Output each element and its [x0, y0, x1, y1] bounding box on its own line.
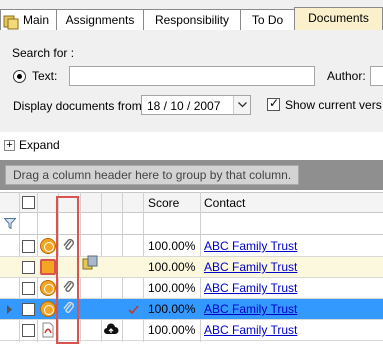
clock-red-icon: [40, 259, 56, 275]
score-cell: 100.00%: [148, 260, 196, 274]
expand-label[interactable]: Expand: [19, 138, 60, 152]
show-current-label: Show current vers: [285, 98, 382, 112]
select-all-checkbox[interactable]: [22, 196, 35, 209]
tab-responsibility-label: Responsibility: [154, 13, 230, 27]
cloud-upload-icon[interactable]: [103, 322, 119, 338]
row-indicator-icon: [7, 305, 12, 314]
display-from-date-picker[interactable]: 18 / 10 / 2007: [141, 95, 251, 115]
contact-link[interactable]: ABC Family Trust: [204, 302, 297, 316]
date-dropdown-button[interactable]: [233, 96, 250, 114]
contact-link[interactable]: ABC Family Trust: [204, 260, 297, 274]
filter-icon[interactable]: [4, 218, 16, 229]
clock-icon: [40, 280, 56, 296]
contact-link[interactable]: ABC Family Trust: [204, 323, 297, 337]
tab-documents-label: Documents: [308, 11, 369, 25]
tab-assignments-label: Assignments: [65, 13, 135, 27]
note-icon[interactable]: [82, 255, 98, 271]
search-for-label: Search for :: [12, 46, 75, 60]
score-cell: 100.00%: [148, 281, 196, 295]
row-checkbox[interactable]: [22, 240, 35, 253]
checkmark-icon: [128, 305, 139, 315]
clock-icon: [40, 301, 56, 317]
row-checkbox[interactable]: [22, 261, 35, 274]
tab-main-label: Main: [23, 13, 50, 27]
score-cell: 100.00%: [148, 302, 196, 316]
text-search-input[interactable]: [69, 66, 315, 86]
pdf-icon: [42, 322, 54, 338]
author-label: Author:: [327, 69, 366, 83]
tab-main[interactable]: Main: [0, 9, 57, 30]
row-checkbox[interactable]: [22, 282, 35, 295]
row-checkbox[interactable]: [22, 303, 35, 316]
tab-documents[interactable]: Documents: [294, 7, 383, 30]
row-checkbox[interactable]: [22, 324, 35, 337]
show-current-checkbox[interactable]: [267, 96, 280, 111]
display-from-date-value: 18 / 10 / 2007: [147, 99, 221, 113]
tab-assignments[interactable]: Assignments: [56, 9, 144, 30]
expand-toggle[interactable]: +: [4, 140, 15, 151]
contact-link[interactable]: ABC Family Trust: [204, 281, 297, 295]
chevron-down-icon: [238, 102, 247, 108]
clock-icon: [40, 238, 56, 254]
main-tab-icon: [3, 15, 19, 30]
score-cell: 100.00%: [148, 239, 196, 253]
author-input[interactable]: [370, 66, 383, 86]
contact-link[interactable]: ABC Family Trust: [204, 239, 297, 253]
column-header-score[interactable]: Score: [148, 196, 179, 210]
group-by-hint: Drag a column header here to group by th…: [5, 165, 300, 185]
tab-responsibility[interactable]: Responsibility: [143, 9, 241, 30]
column-header-contact[interactable]: Contact: [204, 196, 245, 210]
score-cell: 100.00%: [148, 323, 196, 337]
tab-to-do[interactable]: To Do: [240, 9, 295, 30]
text-label: Text:: [32, 69, 58, 83]
group-by-area[interactable]: Drag a column header here to group by th…: [0, 160, 383, 190]
text-radio[interactable]: [13, 70, 26, 83]
display-from-label: Display documents from:: [13, 99, 146, 113]
tab-to-do-label: To Do: [251, 13, 284, 27]
attachment-column-highlight: [56, 196, 79, 344]
